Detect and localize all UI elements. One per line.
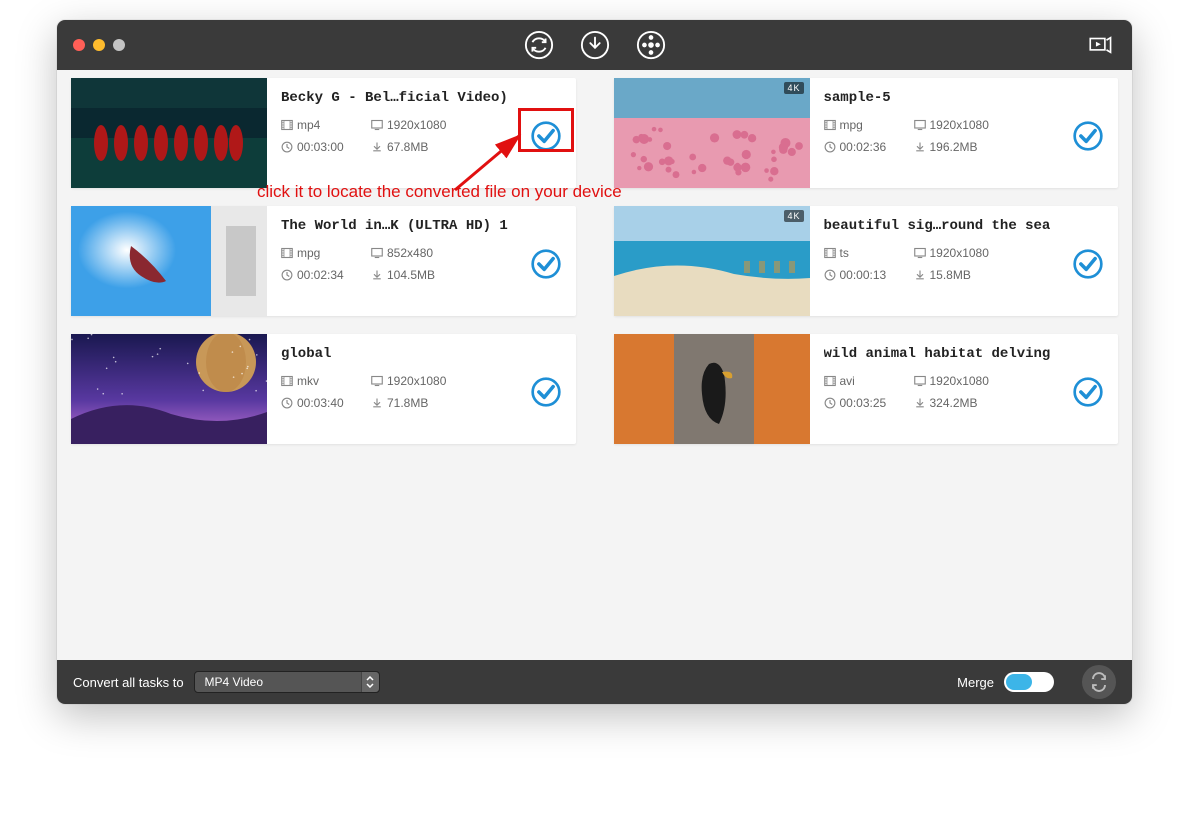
- video-card[interactable]: 4K sample-5 mpg 1920x1080 00:02:36 196.2…: [614, 78, 1119, 188]
- video-thumbnail[interactable]: [71, 78, 267, 188]
- video-title: Becky G - Bel…ficial Video): [281, 90, 562, 106]
- duration-meta: 00:00:13: [824, 268, 914, 282]
- video-thumbnail[interactable]: 4K: [614, 78, 810, 188]
- size-meta: 104.5MB: [371, 268, 481, 282]
- video-title: The World in…K (ULTRA HD) 1: [281, 218, 562, 234]
- duration-meta: 00:03:00: [281, 140, 371, 154]
- video-title: wild animal habitat delving: [824, 346, 1105, 362]
- fourk-badge: 4K: [784, 210, 803, 222]
- format-meta: mpg: [281, 246, 371, 260]
- video-card[interactable]: global mkv 1920x1080 00:03:40 71.8MB: [71, 334, 576, 444]
- size-meta: 71.8MB: [371, 396, 481, 410]
- minimize-window-button[interactable]: [93, 39, 105, 51]
- video-thumbnail[interactable]: [71, 206, 267, 316]
- video-info: beautiful sig…round the sea ts 1920x1080…: [810, 206, 1119, 316]
- locate-file-button[interactable]: [530, 120, 562, 152]
- output-format-select[interactable]: MP4 Video: [194, 671, 380, 693]
- video-title: sample-5: [824, 90, 1105, 106]
- size-meta: 196.2MB: [914, 140, 1024, 154]
- format-meta: avi: [824, 374, 914, 388]
- duration-meta: 00:03:25: [824, 396, 914, 410]
- video-thumbnail[interactable]: [71, 334, 267, 444]
- video-title: global: [281, 346, 562, 362]
- close-window-button[interactable]: [73, 39, 85, 51]
- format-meta: mpg: [824, 118, 914, 132]
- app-window: Becky G - Bel…ficial Video) mp4 1920x108…: [57, 20, 1132, 704]
- merge-label: Merge: [957, 675, 994, 690]
- fourk-badge: 4K: [784, 82, 803, 94]
- media-tab-icon[interactable]: [635, 29, 667, 61]
- media-library-icon[interactable]: [1084, 29, 1116, 61]
- download-tab-icon[interactable]: [579, 29, 611, 61]
- video-info: Becky G - Bel…ficial Video) mp4 1920x108…: [267, 78, 576, 188]
- duration-meta: 00:02:34: [281, 268, 371, 282]
- video-card[interactable]: The World in…K (ULTRA HD) 1 mpg 852x480 …: [71, 206, 576, 316]
- select-caret-icon: [361, 672, 379, 692]
- output-format-value: MP4 Video: [205, 675, 263, 689]
- merge-toggle[interactable]: [1004, 672, 1054, 692]
- titlebar: [57, 20, 1132, 70]
- resolution-meta: 1920x1080: [371, 118, 481, 132]
- size-meta: 324.2MB: [914, 396, 1024, 410]
- format-meta: mp4: [281, 118, 371, 132]
- duration-meta: 00:02:36: [824, 140, 914, 154]
- video-thumbnail[interactable]: 4K: [614, 206, 810, 316]
- locate-file-button[interactable]: [530, 376, 562, 408]
- video-info: The World in…K (ULTRA HD) 1 mpg 852x480 …: [267, 206, 576, 316]
- resolution-meta: 1920x1080: [914, 118, 1024, 132]
- video-card[interactable]: 4K beautiful sig…round the sea ts 1920x1…: [614, 206, 1119, 316]
- start-convert-button[interactable]: [1082, 665, 1116, 699]
- video-card[interactable]: wild animal habitat delving avi 1920x108…: [614, 334, 1119, 444]
- video-thumbnail[interactable]: [614, 334, 810, 444]
- convert-all-label: Convert all tasks to: [73, 675, 184, 690]
- window-controls: [73, 39, 125, 51]
- bottombar: Convert all tasks to MP4 Video Merge: [57, 660, 1132, 704]
- resolution-meta: 1920x1080: [371, 374, 481, 388]
- resolution-meta: 852x480: [371, 246, 481, 260]
- video-card[interactable]: Becky G - Bel…ficial Video) mp4 1920x108…: [71, 78, 576, 188]
- locate-file-button[interactable]: [1072, 376, 1104, 408]
- size-meta: 15.8MB: [914, 268, 1024, 282]
- zoom-window-button[interactable]: [113, 39, 125, 51]
- convert-tab-icon[interactable]: [523, 29, 555, 61]
- resolution-meta: 1920x1080: [914, 246, 1024, 260]
- content-area: Becky G - Bel…ficial Video) mp4 1920x108…: [57, 70, 1132, 660]
- video-title: beautiful sig…round the sea: [824, 218, 1105, 234]
- locate-file-button[interactable]: [1072, 248, 1104, 280]
- resolution-meta: 1920x1080: [914, 374, 1024, 388]
- duration-meta: 00:03:40: [281, 396, 371, 410]
- locate-file-button[interactable]: [1072, 120, 1104, 152]
- locate-file-button[interactable]: [530, 248, 562, 280]
- format-meta: mkv: [281, 374, 371, 388]
- video-info: global mkv 1920x1080 00:03:40 71.8MB: [267, 334, 576, 444]
- format-meta: ts: [824, 246, 914, 260]
- video-info: sample-5 mpg 1920x1080 00:02:36 196.2MB: [810, 78, 1119, 188]
- video-info: wild animal habitat delving avi 1920x108…: [810, 334, 1119, 444]
- size-meta: 67.8MB: [371, 140, 481, 154]
